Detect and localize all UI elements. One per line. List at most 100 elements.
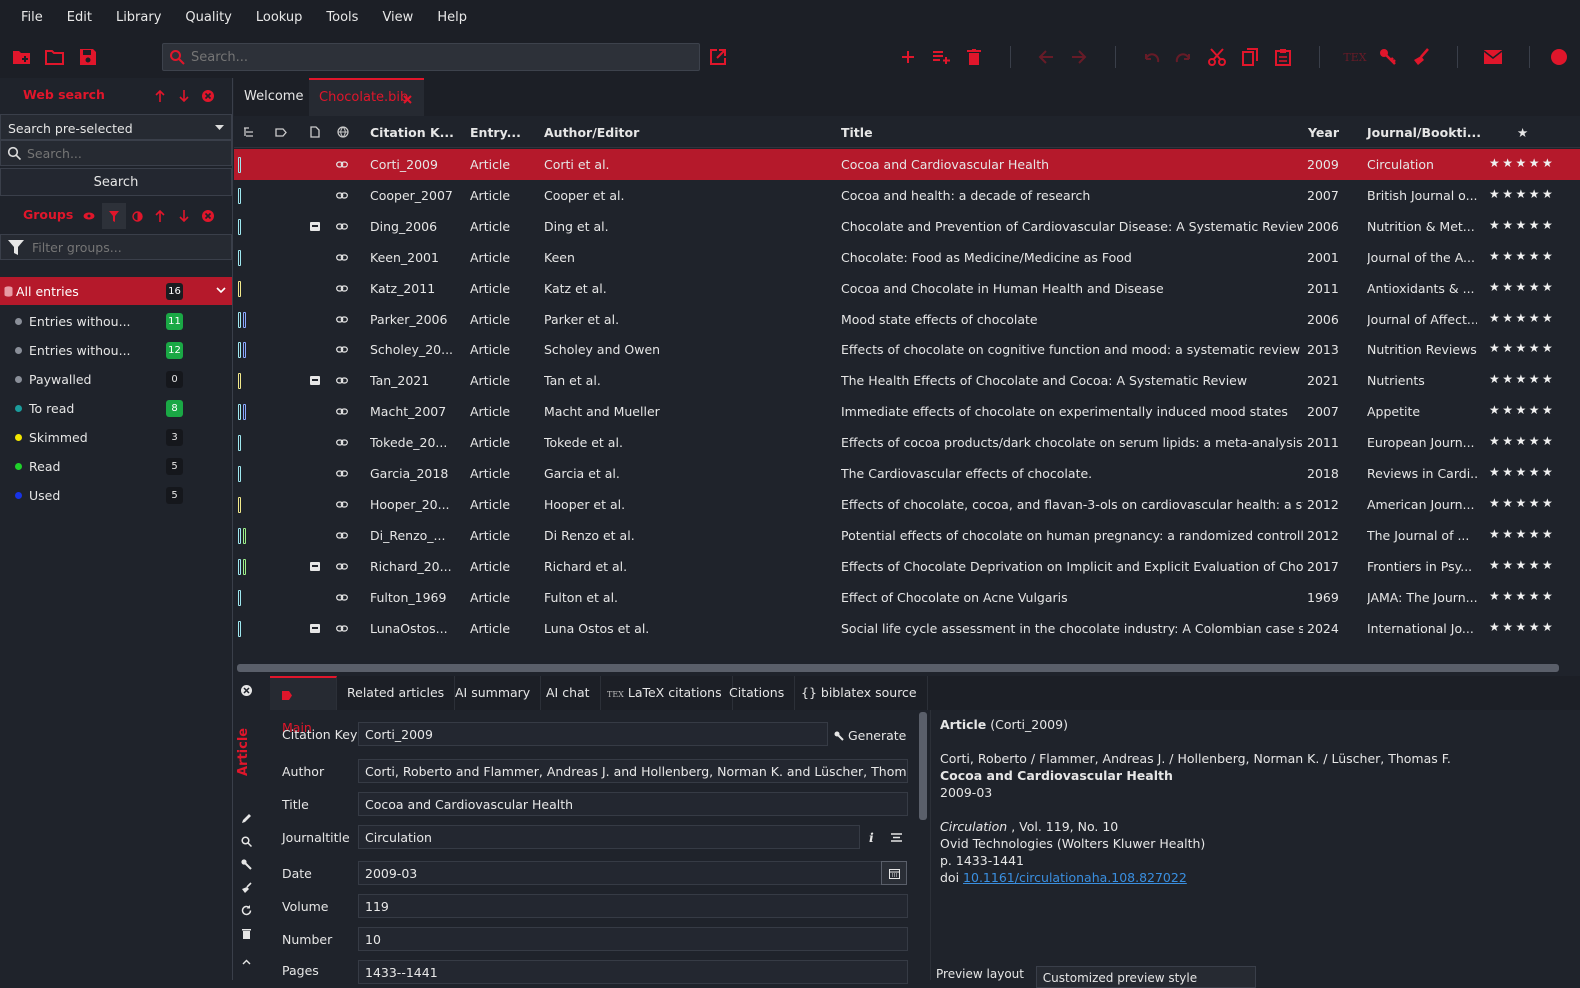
move-up-icon[interactable] [153, 89, 167, 103]
delete-icon[interactable] [962, 45, 986, 69]
tab-ai-chat[interactable]: AI chat [536, 676, 601, 710]
table-row[interactable]: Katz_2011 Article Katz et al. Cocoa and Cho… [234, 273, 1580, 304]
new-library-icon[interactable] [10, 45, 34, 69]
table-row[interactable]: Tan_2021 Article Tan et al. The Health Effe… [234, 365, 1580, 396]
table-row[interactable]: Garcia_2018 Article Garcia et al. The Cardi… [234, 458, 1580, 489]
table-row[interactable]: Parker_2006 Article Parker et al. Mood stat… [234, 304, 1580, 335]
open-library-icon[interactable] [43, 45, 67, 69]
date-input[interactable]: 2009-03 [358, 861, 883, 885]
table-row[interactable]: Cooper_2007 Article Cooper et al. Cocoa and… [234, 180, 1580, 211]
column-year[interactable]: Year [1308, 125, 1339, 140]
open-search-window-icon[interactable] [706, 45, 730, 69]
web-search-input[interactable] [21, 145, 231, 161]
forward-icon[interactable] [1067, 45, 1091, 69]
menu-file[interactable]: File [9, 0, 55, 36]
rank-stars[interactable]: ★★★★★ [1489, 558, 1555, 572]
pdf-file-icon[interactable] [310, 376, 320, 386]
tab-citations[interactable]: Citations [719, 676, 796, 710]
redo-icon[interactable] [1172, 45, 1196, 69]
globe-icon[interactable] [336, 125, 350, 139]
refresh-icon[interactable] [240, 904, 252, 916]
menu-lookup[interactable]: Lookup [244, 0, 315, 36]
filter-groups-input[interactable] [24, 239, 231, 255]
paste-icon[interactable] [1271, 45, 1295, 69]
table-row[interactable]: Hooper_20... Article Hooper et al. Effects … [234, 489, 1580, 520]
filter-groups-field[interactable] [0, 234, 232, 260]
url-link-icon[interactable] [336, 160, 348, 169]
table-row[interactable]: Scholey_20... Article Scholey and Owen Effe… [234, 334, 1580, 365]
rank-stars[interactable]: ★★★★★ [1489, 311, 1555, 325]
key-icon[interactable] [240, 858, 252, 870]
global-search-input[interactable] [185, 49, 699, 65]
rank-stars[interactable]: ★★★★★ [1489, 156, 1555, 170]
url-link-icon[interactable] [336, 345, 348, 354]
menu-edit[interactable]: Edit [55, 0, 104, 36]
tab-latex-citations[interactable]: TEX LaTeX citations [597, 676, 733, 710]
invert-icon[interactable] [130, 209, 144, 223]
pdf-file-icon[interactable] [310, 561, 320, 571]
url-link-icon[interactable] [336, 284, 348, 293]
pages-input[interactable]: 1433--1441 [358, 960, 908, 984]
link-icon[interactable] [336, 593, 348, 602]
move-down-icon[interactable] [177, 209, 191, 223]
table-row[interactable]: Tokede_20... Article Tokede et al. Effects … [234, 427, 1580, 458]
url-link-icon[interactable] [336, 253, 348, 262]
url-link-icon[interactable] [336, 469, 348, 478]
table-row[interactable]: Ding_2006 Article Ding et al. Chocolate and… [234, 211, 1580, 242]
preview-layout-select[interactable]: Customized preview style [1035, 966, 1256, 988]
rank-stars[interactable]: ★★★★★ [1489, 280, 1555, 294]
table-row[interactable]: Corti_2009 Article Corti et al. Cocoa and C… [234, 149, 1580, 180]
rank-stars[interactable]: ★★★★★ [1489, 620, 1555, 634]
group-item[interactable]: Entries withou... 12 [0, 337, 232, 363]
url-link-icon[interactable] [336, 500, 348, 509]
email-icon[interactable] [1481, 45, 1505, 69]
tab-related-articles[interactable]: Related articles [337, 676, 456, 710]
rank-stars[interactable]: ★★★★★ [1489, 589, 1555, 603]
search-icon[interactable] [240, 835, 252, 847]
table-row[interactable]: LunaOstos... Article Luna Ostos et al. Soci… [234, 613, 1580, 644]
column-citation-key[interactable]: Citation K... [370, 125, 454, 140]
table-row[interactable]: Macht_2007 Article Macht and Mueller Immedi… [234, 396, 1580, 427]
tab-main[interactable]: Main [270, 676, 337, 735]
citation-key-input[interactable]: Corti_2009 [358, 722, 828, 746]
calendar-icon[interactable] [881, 861, 907, 885]
number-input[interactable]: 10 [358, 927, 908, 951]
key-icon[interactable] [1376, 45, 1400, 69]
entry-type-label[interactable]: Article [236, 716, 251, 776]
rank-stars[interactable]: ★★★★★ [1489, 527, 1555, 541]
close-icon[interactable] [201, 209, 215, 223]
pdf-file-icon[interactable] [310, 221, 320, 231]
rank-stars[interactable]: ★★★★★ [1489, 403, 1555, 417]
back-icon[interactable] [1034, 45, 1058, 69]
group-item[interactable]: Read 5 [0, 453, 232, 479]
close-editor-icon[interactable] [241, 685, 252, 696]
tree-icon[interactable] [242, 125, 256, 139]
delete-icon[interactable] [240, 927, 252, 939]
rank-stars[interactable]: ★★★★★ [1489, 372, 1555, 386]
rank-stars[interactable]: ★★★★★ [1489, 496, 1555, 510]
menu-help[interactable]: Help [425, 0, 479, 36]
group-all-entries[interactable]: All entries 16 [0, 277, 232, 305]
tex-icon[interactable]: TEX [1343, 45, 1367, 69]
menu-library[interactable]: Library [104, 0, 173, 36]
add-list-icon[interactable] [929, 45, 953, 69]
editor-scrollbar[interactable] [919, 712, 927, 820]
close-tab-icon[interactable] [403, 95, 412, 104]
file-icon[interactable] [308, 125, 322, 139]
url-link-icon[interactable] [336, 531, 348, 540]
url-link-icon[interactable] [336, 407, 348, 416]
table-row[interactable]: Keen_2001 Article Keen Chocolate: Food as M… [234, 242, 1580, 273]
group-item[interactable]: Skimmed 3 [0, 424, 232, 450]
column-rank-star[interactable]: ★ [1517, 125, 1528, 140]
url-link-icon[interactable] [336, 624, 348, 633]
url-link-icon[interactable] [336, 315, 348, 324]
group-item[interactable]: Entries withou... 11 [0, 308, 232, 334]
group-item[interactable]: Used 5 [0, 482, 232, 508]
rank-stars[interactable]: ★★★★★ [1489, 465, 1555, 479]
table-row[interactable]: Fulton_1969 Article Fulton et al. Effect of… [234, 582, 1580, 613]
move-down-icon[interactable] [177, 89, 191, 103]
pencil-icon[interactable] [240, 812, 252, 824]
title-input[interactable]: Cocoa and Cardiovascular Health [358, 792, 908, 816]
url-link-icon[interactable] [336, 562, 348, 571]
url-link-icon[interactable] [336, 191, 348, 200]
